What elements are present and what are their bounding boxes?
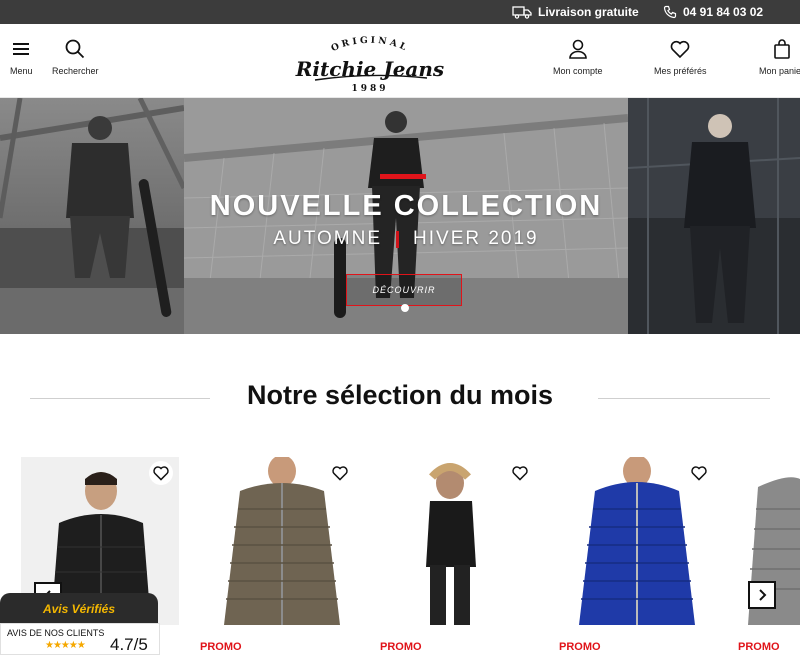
hero-accent-bar [380,174,426,179]
favorites-label: Mes préférés [654,66,707,76]
product-image[interactable] [200,457,358,625]
section-title: Notre sélection du mois [246,380,554,410]
favorite-button[interactable] [687,461,711,485]
truck-icon [512,6,532,19]
phone-number: 04 91 84 03 02 [683,5,764,19]
hero-subtitle-year: HIVER 2019 [413,228,539,249]
search-button[interactable]: Rechercher [52,38,99,76]
promo-badge: PROMO [200,641,242,653]
favorite-button[interactable] [328,461,352,485]
site-header: Menu Rechercher ORIGINAL Ritchie Jeans 1… [0,24,800,98]
favorite-button[interactable] [149,461,173,485]
hero-subtitle: AUTOMNE HIVER 2019 [184,228,628,250]
discover-button[interactable]: DÉCOUVRIR [346,274,462,306]
heart-icon [332,466,348,481]
hamburger-icon [13,43,30,55]
hero-title: NOUVELLE COLLECTION [209,190,603,222]
product-card[interactable]: PROMO [738,457,800,655]
product-card[interactable]: PROMO [559,457,717,655]
logo-year-text: 1989 [351,84,388,94]
favorite-button[interactable] [508,461,532,485]
product-card[interactable]: PROMO [380,457,538,655]
hero-image-left [0,98,184,334]
svg-text:ORIGINAL: ORIGINAL [330,36,410,54]
cart-button[interactable]: Mon panier [759,38,800,76]
account-label: Mon compte [553,66,603,76]
heart-icon [670,40,690,59]
promo-badge: PROMO [738,641,780,653]
phone-icon [663,5,677,19]
rating-score: 4.7/5 [110,635,148,654]
hero-image-right [628,98,800,334]
promo-badge: PROMO [559,641,601,653]
product-image[interactable] [559,457,717,625]
hero-banner[interactable]: NOUVELLE COLLECTION AUTOMNE HIVER 2019 D… [0,98,800,334]
search-label: Rechercher [52,66,99,76]
free-delivery-link[interactable]: Livraison gratuite [512,0,639,24]
promo-badge: PROMO [380,641,422,653]
section-divider-right [598,398,770,399]
phone-link[interactable]: 04 91 84 03 02 [663,0,763,24]
free-delivery-label: Livraison gratuite [538,5,639,19]
hero-subtitle-separator [396,230,400,248]
hero-subtitle-season: AUTOMNE [273,228,383,249]
reviews-body: AVIS DE NOS CLIENTS ★★★★★ 4.7/5 [0,623,160,655]
heart-icon [512,466,528,481]
carousel-dot[interactable] [401,304,409,312]
cart-label: Mon panier [759,66,800,76]
heart-icon [153,466,169,481]
search-icon [65,39,85,59]
heart-icon [691,466,707,481]
carousel-next-button[interactable] [748,581,776,609]
logo-top-text: ORIGINAL [330,36,407,54]
reviews-caption: AVIS DE NOS CLIENTS [7,628,105,638]
user-icon [568,39,587,59]
product-card[interactable]: PROMO [200,457,358,655]
rating-stars: ★★★★★ [45,640,86,651]
top-bar: Livraison gratuite 04 91 84 03 02 [0,0,800,24]
product-image[interactable] [380,457,538,625]
chevron-right-icon [759,589,767,601]
reviews-brand: Avis Vérifiés [0,593,158,625]
menu-label: Menu [10,66,33,76]
ritchie-jeans-logo[interactable]: ORIGINAL Ritchie Jeans 1989 [295,32,445,94]
menu-button[interactable]: Menu [10,38,33,76]
shopping-bag-icon [773,39,790,59]
verified-reviews-widget[interactable]: Avis Vérifiés AVIS DE NOS CLIENTS ★★★★★ … [0,593,160,655]
favorites-button[interactable]: Mes préférés [654,38,707,76]
account-button[interactable]: Mon compte [553,38,603,76]
